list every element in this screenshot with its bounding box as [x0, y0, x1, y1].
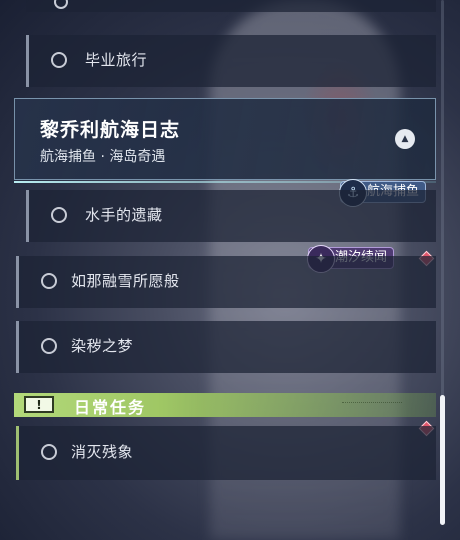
quest-group-title: 黎乔利航海日志 [40, 119, 181, 141]
quest-row-eliminate-echoes[interactable]: 消灭残象 [16, 426, 436, 480]
quest-status-icon [51, 52, 67, 68]
quest-panel: 毕业旅行 黎乔利航海日志 航海捕鱼 · 海岛奇遇 ▲ ⚓ 航海捕鱼 水手的遗藏 … [0, 0, 460, 540]
quest-row-graduation-trip[interactable]: 毕业旅行 [26, 35, 436, 87]
scrollbar-thumb[interactable] [440, 395, 445, 525]
quest-row-partial[interactable] [26, 0, 436, 12]
exclamation-icon: ! [24, 396, 54, 413]
quest-label: 毕业旅行 [85, 51, 148, 69]
header-decoration [342, 402, 402, 406]
quest-label: 如那融雪所愿般 [71, 272, 180, 290]
quest-group-subtitle: 航海捕鱼 · 海岛奇遇 [40, 149, 166, 165]
quest-label: 水手的遗藏 [85, 206, 163, 224]
quest-row-melting-snow[interactable]: 如那融雪所愿般 [16, 256, 436, 308]
quest-group-expanded[interactable]: 黎乔利航海日志 航海捕鱼 · 海岛奇遇 ▲ [14, 98, 436, 183]
quest-row-tainted-dream[interactable]: 染秽之梦 [16, 321, 436, 373]
quest-label: 消灭残象 [71, 443, 134, 461]
quest-status-icon [51, 207, 67, 223]
quest-status-icon [41, 444, 57, 460]
quest-status-icon [41, 338, 57, 354]
section-title: 日常任务 [74, 398, 147, 417]
quest-status-icon [41, 273, 57, 289]
quest-status-icon [54, 0, 68, 9]
chevron-up-icon[interactable]: ▲ [395, 129, 415, 149]
daily-section-header[interactable]: ! 日常任务 [14, 393, 436, 417]
quest-label: 染秽之梦 [71, 337, 134, 355]
quest-row-sailor-treasure[interactable]: 水手的遗藏 [26, 190, 436, 242]
